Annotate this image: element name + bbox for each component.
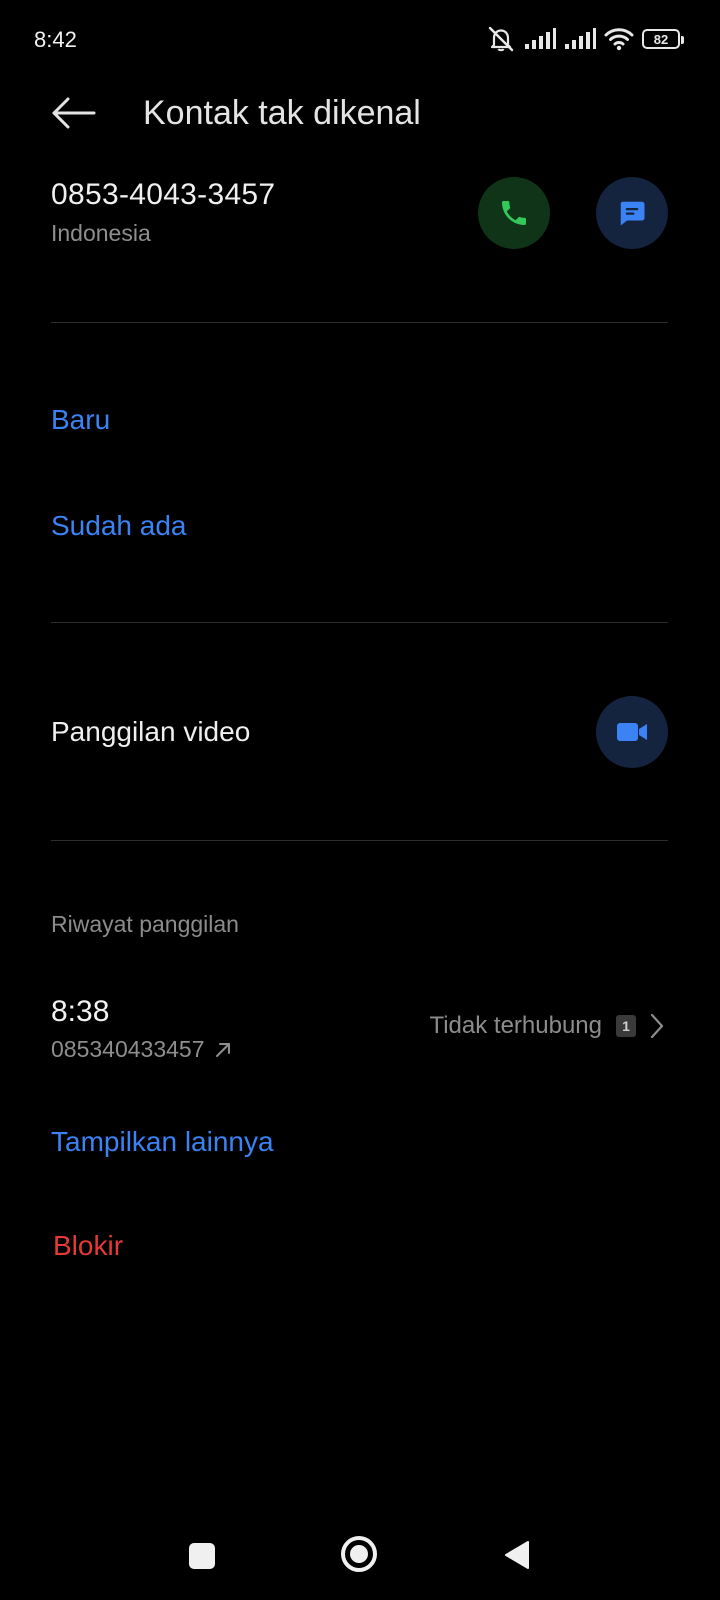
phone-number: 0853-4043-3457 bbox=[51, 178, 276, 211]
video-camera-icon bbox=[617, 723, 647, 741]
call-status-group: Tidak terhubung 1 bbox=[429, 1012, 664, 1040]
phone-icon bbox=[502, 201, 526, 225]
call-number-row: 085340433457 bbox=[51, 1036, 233, 1063]
message-button[interactable] bbox=[596, 177, 668, 249]
divider bbox=[51, 840, 668, 841]
signal-icon bbox=[565, 28, 596, 49]
mute-icon bbox=[488, 26, 514, 52]
video-call-label: Panggilan video bbox=[51, 716, 251, 747]
battery-icon: 82 bbox=[642, 29, 684, 49]
wifi-icon bbox=[604, 28, 634, 51]
call-status: Tidak terhubung bbox=[429, 1012, 602, 1039]
message-icon bbox=[620, 201, 645, 226]
call-history-heading: Riwayat panggilan bbox=[51, 911, 239, 937]
call-time: 8:38 bbox=[51, 995, 110, 1028]
chevron-right-icon[interactable] bbox=[650, 1013, 664, 1039]
signal-icon bbox=[525, 28, 556, 49]
nav-back-icon[interactable] bbox=[503, 1540, 531, 1570]
divider bbox=[51, 322, 668, 323]
existing-contact-link[interactable]: Sudah ada bbox=[51, 510, 186, 542]
page-title: Kontak tak dikenal bbox=[143, 94, 421, 132]
status-icons: 82 bbox=[486, 26, 684, 52]
outgoing-call-icon bbox=[215, 1042, 230, 1057]
nav-home-icon[interactable] bbox=[341, 1536, 377, 1572]
sim-card-icon: 1 bbox=[616, 1015, 636, 1037]
call-number: 085340433457 bbox=[51, 1036, 205, 1062]
divider bbox=[51, 622, 668, 623]
status-time: 8:42 bbox=[34, 27, 77, 52]
phone-region: Indonesia bbox=[51, 220, 151, 246]
block-button[interactable]: Blokir bbox=[53, 1230, 123, 1262]
show-more-link[interactable]: Tampilkan lainnya bbox=[51, 1126, 274, 1158]
video-call-button[interactable] bbox=[596, 696, 668, 768]
call-button[interactable] bbox=[478, 177, 550, 249]
nav-recents-icon[interactable] bbox=[189, 1543, 215, 1569]
nav-home-dot bbox=[350, 1545, 368, 1563]
back-arrow-icon[interactable] bbox=[48, 92, 98, 134]
new-contact-link[interactable]: Baru bbox=[51, 404, 110, 436]
